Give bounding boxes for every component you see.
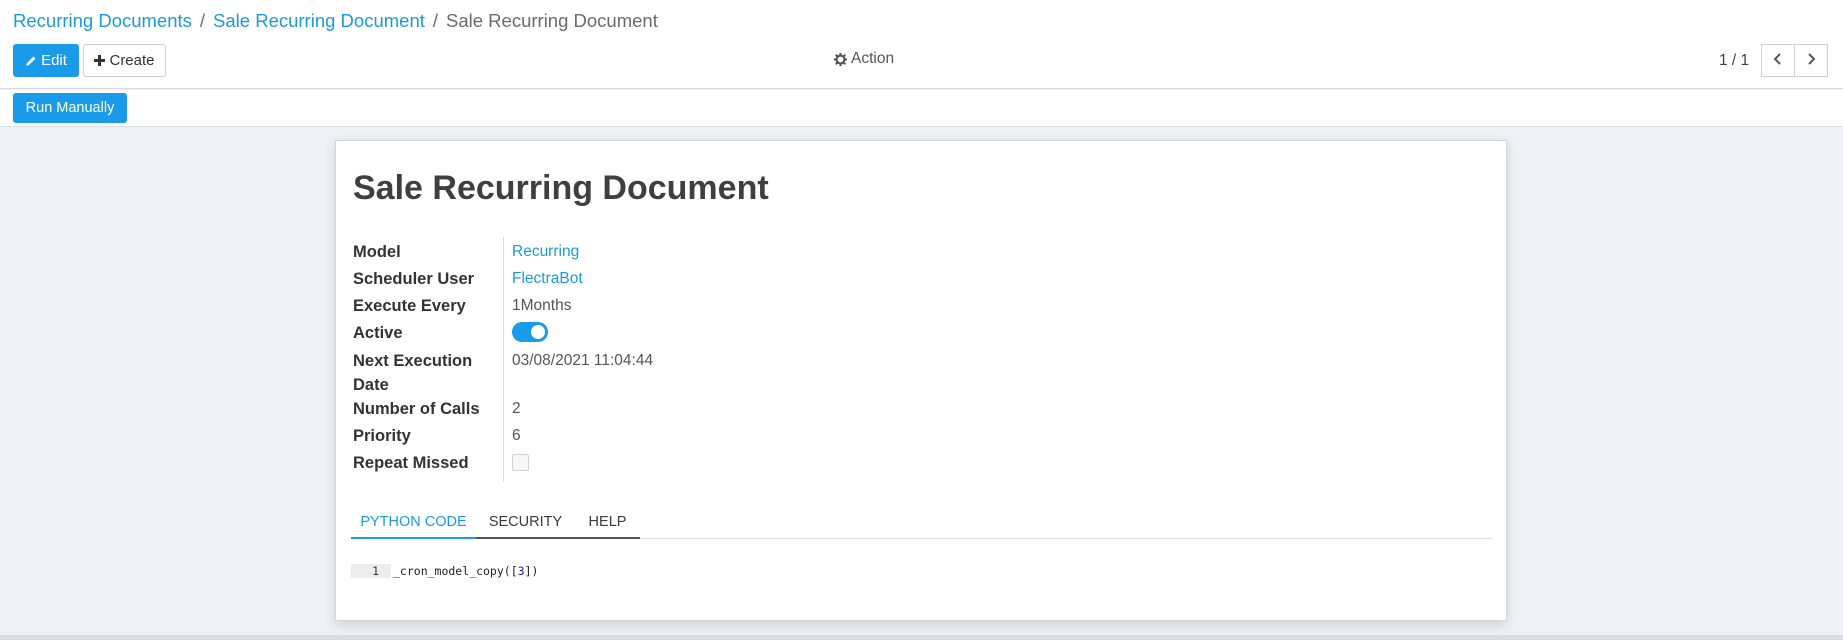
action-label: Action [851,50,895,67]
code-number: 3 [517,564,525,578]
tab-security[interactable]: SECURITY [476,506,575,539]
number-of-calls-label: Number of Calls [353,400,480,418]
control-panel: Recurring Documents / Sale Recurring Doc… [0,0,1843,89]
number-of-calls-value: 2 [512,400,521,417]
breadcrumb-sale-recurring-document[interactable]: Sale Recurring Document [213,10,425,32]
priority-label: Priority [353,427,411,445]
breadcrumb-separator: / [199,10,206,31]
edit-button-label: Edit [41,52,67,69]
next-execution-date-value: 03/08/2021 11:04:44 [512,352,654,369]
record-title: Sale Recurring Document [353,169,769,207]
repeat-missed-label: Repeat Missed [353,454,469,472]
chevron-right-icon [1806,52,1816,70]
line-number: 1 [351,564,391,578]
priority-value: 6 [512,427,521,444]
bottom-divider [0,635,1843,640]
scheduler-user-label: Scheduler User [353,270,475,288]
scheduler-user-value[interactable]: FlectraBot [512,267,583,291]
model-value[interactable]: Recurring [512,240,579,264]
breadcrumb: Recurring Documents / Sale Recurring Doc… [13,10,658,32]
code-prefix: _cron_model_copy([ [393,564,518,578]
run-manually-button[interactable]: Run Manually [13,93,127,123]
tab-python-code[interactable]: PYTHON CODE [351,506,476,539]
field-divider [503,237,504,482]
statusbar: Run Manually [0,90,1843,127]
form-sheet: Sale Recurring Document Model Recurring … [335,140,1507,621]
run-manually-label: Run Manually [25,100,115,116]
execute-every-value: 1Months [512,297,572,314]
next-execution-date-label-line1: Next Execution [353,352,473,370]
code-suffix: ]) [524,564,539,578]
active-toggle[interactable] [512,322,548,342]
edit-button[interactable]: Edit [13,44,79,77]
breadcrumb-recurring-documents[interactable]: Recurring Documents [13,10,192,32]
pager-previous-button[interactable] [1761,44,1795,77]
toggle-knob [531,325,545,339]
breadcrumb-current: Sale Recurring Document [446,10,658,31]
code-line: _cron_model_copy([3]) [391,564,538,578]
next-execution-date-label-line2: Date [353,376,389,394]
active-label: Active [353,324,403,342]
breadcrumb-separator: / [432,10,439,31]
pager-value[interactable]: 1 / 1 [1719,52,1749,70]
chevron-left-icon [1773,52,1783,70]
action-dropdown[interactable]: Action [834,50,894,68]
model-label: Model [353,243,401,261]
create-button-label: Create [109,52,155,69]
python-code-editor[interactable]: 1 _cron_model_copy([3]) [351,563,1492,579]
notebook-tabs: PYTHON CODE SECURITY HELP [351,506,1492,539]
repeat-missed-checkbox[interactable] [512,454,529,471]
pencil-icon [25,55,37,67]
pager-next-button[interactable] [1794,44,1828,77]
gear-icon [834,52,847,66]
create-button[interactable]: Create [83,44,166,77]
execute-every-label: Execute Every [353,297,466,315]
plus-icon [94,55,106,66]
tab-help[interactable]: HELP [575,506,640,539]
